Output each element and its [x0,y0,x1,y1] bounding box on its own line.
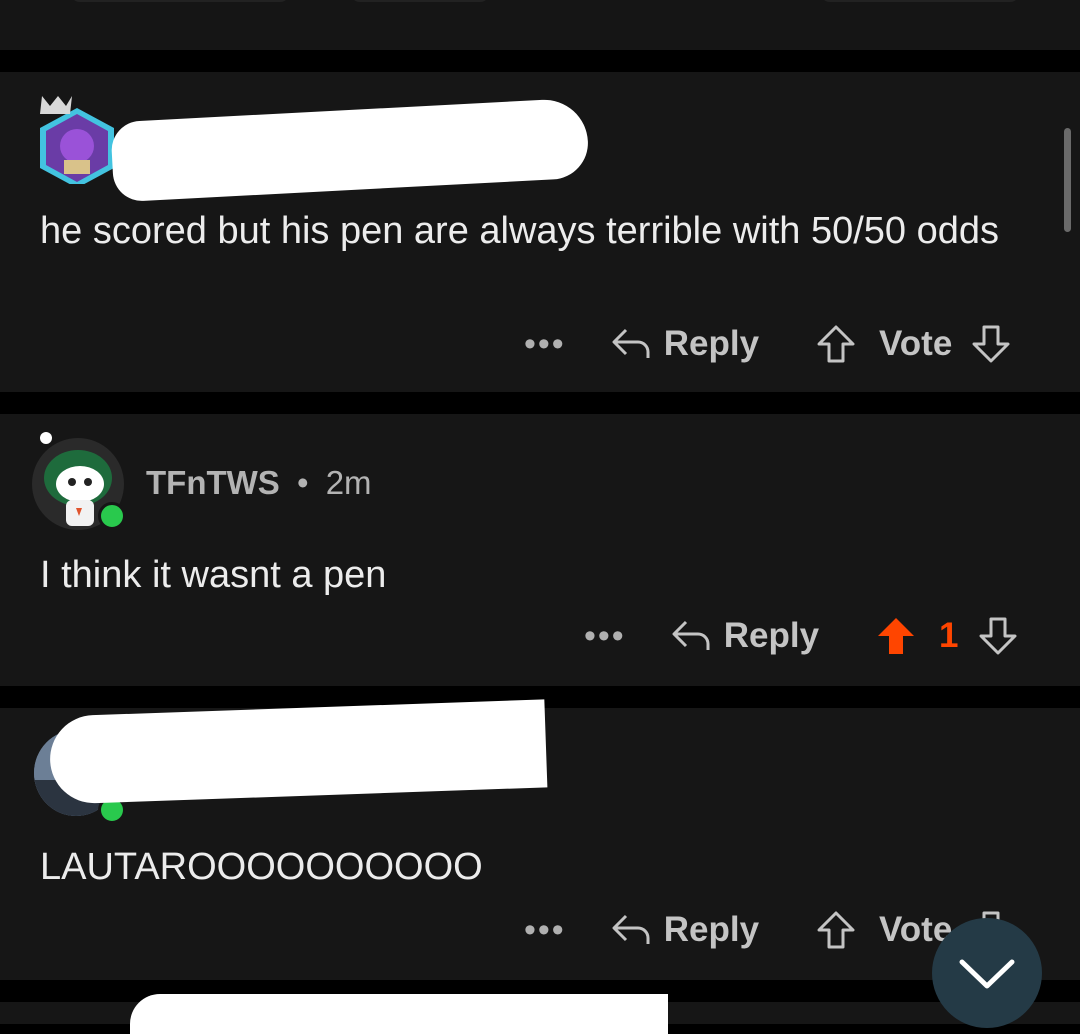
comment-actions: ••• Reply Vote [524,314,1012,374]
comment-card: he scored but his pen are always terribl… [0,72,1080,392]
comment-card: LAUTAROOOOOOOOOO ••• Reply Vote [0,699,1080,980]
comment-actions: ••• Reply 1 [584,606,1019,666]
arrow-up-icon[interactable] [815,909,857,951]
scroll-down-button[interactable] [932,918,1042,1028]
reply-button[interactable]: Reply [610,910,759,950]
reply-button[interactable]: Reply [670,616,819,656]
comment-text: he scored but his pen are always terribl… [40,210,999,252]
arrow-down-icon[interactable] [970,323,1012,365]
arrow-down-icon[interactable] [977,615,1019,657]
comment-card [0,994,1080,1034]
vote-count: 1 [939,616,959,655]
tab-pill[interactable] [70,0,290,2]
vote-control: 1 [875,615,1018,657]
online-indicator [98,502,126,530]
more-options-button[interactable]: ••• [524,327,566,361]
username-link[interactable]: TFnTWS [146,464,280,501]
arrow-up-icon[interactable] [875,615,917,657]
comment-text: I think it wasnt a pen [40,554,387,596]
previous-comment-action-bar [0,0,1080,50]
vote-control: Vote [815,323,1012,365]
arrow-up-icon[interactable] [815,323,857,365]
reply-arrow-icon [612,914,650,944]
comment-timestamp: 2m [325,464,372,501]
reply-arrow-icon [612,328,650,358]
comment-text: LAUTAROOOOOOOOOO [40,846,483,888]
more-options-button[interactable]: ••• [524,913,566,947]
more-options-button[interactable]: ••• [584,619,626,653]
vote-label: Vote [879,324,953,363]
comment-username: TFnTWS • 2m [146,464,372,502]
reply-label: Reply [723,616,820,655]
scrollbar[interactable] [1064,128,1071,232]
meta-separator: • [296,464,309,501]
comment-card: TFnTWS • 2m I think it wasnt a pen ••• R… [0,414,1080,686]
reply-label: Reply [663,324,760,363]
hexagon-avatar-icon [40,96,114,188]
avatar-accessory-dot [40,432,52,444]
user-avatar[interactable] [34,94,120,188]
chevron-down-icon [959,959,1015,989]
reply-arrow-icon [672,620,710,650]
redacted-username [110,97,590,203]
tab-pill[interactable] [350,0,490,2]
reply-button[interactable]: Reply [610,324,759,364]
tab-pill[interactable] [820,0,1020,2]
redacted-username [130,994,668,1034]
reply-label: Reply [663,910,760,949]
redacted-username [48,699,548,805]
